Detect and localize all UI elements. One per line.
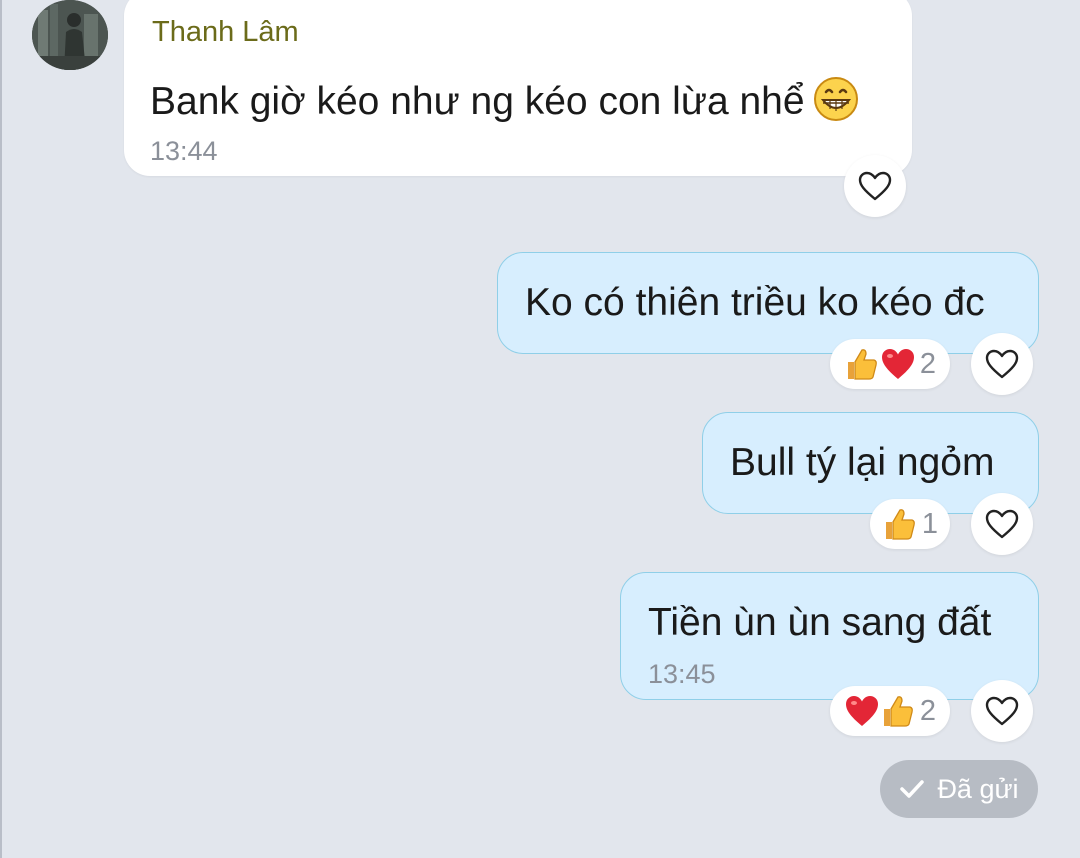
message-bubble-sent[interactable]: Tiền ùn ùn sang đất 13:45 (620, 572, 1039, 700)
message-time: 13:44 (150, 136, 218, 166)
heart-outline-icon (858, 171, 892, 201)
panel-divider (0, 0, 2, 858)
react-heart-button[interactable] (971, 333, 1033, 395)
react-heart-button[interactable] (971, 680, 1033, 742)
grinning-face-icon (813, 76, 859, 132)
react-heart-button[interactable] (971, 493, 1033, 555)
thumbs-up-icon (847, 349, 877, 380)
message-bubble-received[interactable]: Thanh Lâm Bank giờ kéo như ng kéo con lừ… (124, 0, 912, 176)
reaction-count: 2 (919, 347, 937, 380)
thumbs-up-icon (883, 696, 913, 727)
sender-avatar[interactable] (32, 0, 108, 70)
message-text: Bank giờ kéo như ng kéo con lừa nhể (150, 76, 859, 132)
check-icon (900, 780, 925, 798)
message-text: Bull tý lại ngỏm (730, 441, 995, 484)
reaction-summary[interactable]: 2 (830, 339, 950, 389)
message-text: Tiền ùn ùn sang đất (648, 601, 992, 644)
react-heart-button[interactable] (844, 155, 906, 217)
reaction-count: 2 (919, 694, 937, 727)
message-bubble-sent[interactable]: Ko có thiên triều ko kéo đc (497, 252, 1039, 354)
sent-status-label: Đã gửi (937, 773, 1019, 804)
message-text-content: Bank giờ kéo như ng kéo con lừa nhể (150, 80, 805, 123)
reaction-summary[interactable]: 1 (870, 499, 950, 549)
sent-status-badge: Đã gửi (880, 760, 1038, 818)
thumbs-up-icon (885, 509, 915, 540)
chat-view: Thanh Lâm Bank giờ kéo như ng kéo con lừ… (0, 0, 1080, 858)
message-text: Ko có thiên triều ko kéo đc (525, 281, 985, 324)
heart-outline-icon (985, 349, 1019, 379)
message-time: 13:45 (648, 659, 716, 689)
heart-outline-icon (985, 509, 1019, 539)
red-heart-icon (845, 696, 878, 726)
red-heart-icon (881, 349, 914, 379)
sender-name[interactable]: Thanh Lâm (152, 16, 299, 49)
heart-outline-icon (985, 696, 1019, 726)
reaction-count: 1 (921, 507, 939, 540)
reaction-summary[interactable]: 2 (830, 686, 950, 736)
